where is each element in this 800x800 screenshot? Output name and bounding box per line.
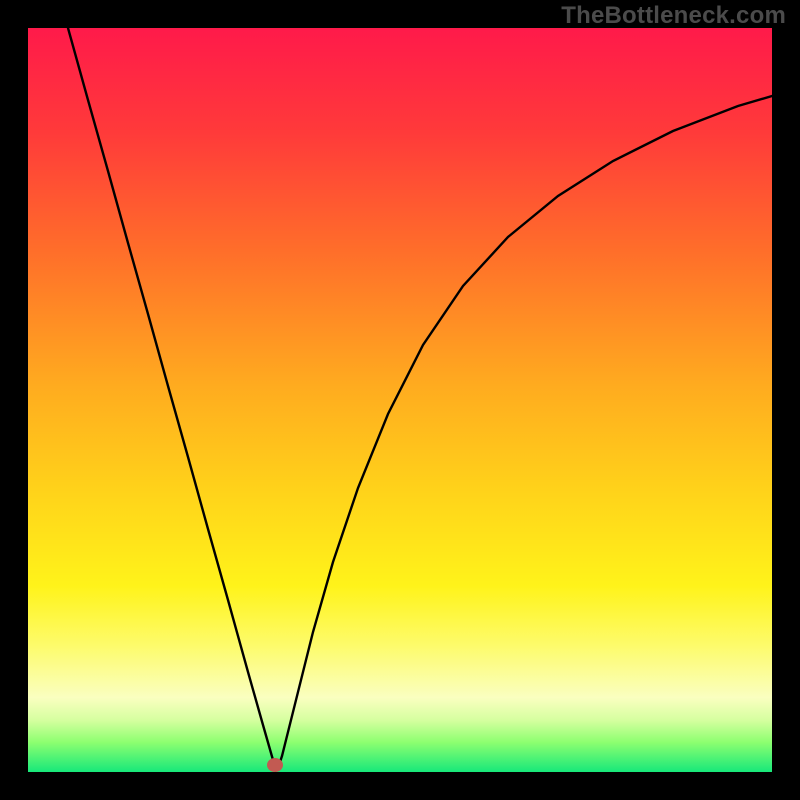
- curve-path: [68, 28, 772, 770]
- plot-area: [28, 28, 772, 772]
- watermark-text: TheBottleneck.com: [561, 2, 786, 30]
- chart-frame: TheBottleneck.com: [0, 0, 800, 800]
- bottleneck-curve: [28, 28, 772, 772]
- minimum-marker-dot: [267, 758, 283, 772]
